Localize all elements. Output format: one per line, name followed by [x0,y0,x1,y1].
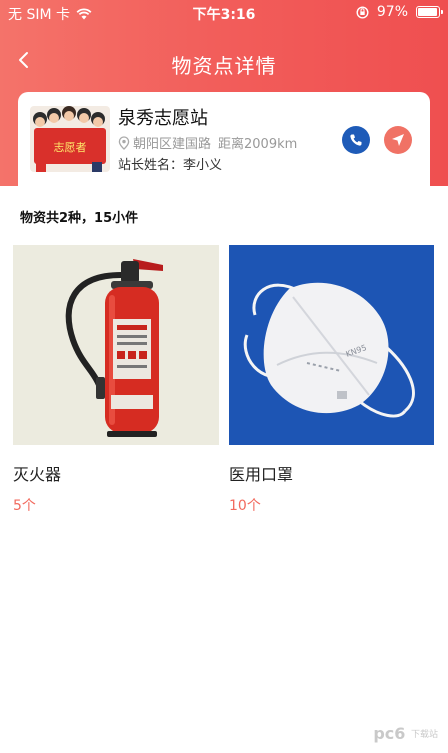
item-quantity: 5个 [13,498,36,514]
station-address: 朝阳区建国路 距离2009km [118,133,297,152]
station-avatar: 志愿者 [30,106,110,172]
supply-item-face-mask[interactable]: KN95 医用口罩 10个 [229,245,434,515]
battery-fill [418,8,438,16]
station-card: 志愿者 泉秀志愿站 朝阳区建国路 距离2009km 站长姓名：李小义 [18,92,430,196]
page-title: 物资点详情 [171,54,277,78]
station-manager: 站长姓名：李小义 [118,158,223,173]
item-name: 灭火器 [13,465,62,484]
watermark-sub: 下载站 [410,730,438,740]
station-name: 泉秀志愿站 [118,108,208,129]
item-name: 医用口罩 [229,465,294,484]
navigation-arrow-icon [392,134,404,146]
battery-percent: 97% [376,4,408,20]
location-pin-icon [118,135,130,150]
fire-extinguisher-image [13,245,219,445]
distance-text: 距离2009km [218,137,298,152]
item-quantity: 10个 [229,498,261,514]
watermark: pc6 下载站 [373,723,438,743]
navigate-button[interactable] [384,126,412,154]
address-text: 朝阳区建国路 [133,137,212,152]
status-right: 97% [356,4,443,20]
call-button[interactable] [342,126,370,154]
nav-bar: 物资点详情 [0,40,448,84]
status-bar: 无 SIM 卡 下午3:16 97% [0,0,448,26]
supply-item-fire-extinguisher[interactable]: 灭火器 5个 [13,245,219,515]
rotation-lock-icon [356,5,369,19]
supplies-summary: 物资共2种，15小件 [20,211,139,226]
phone-icon [350,134,362,146]
face-mask-image: KN95 [229,245,434,445]
banner-text: 志愿者 [54,141,87,154]
watermark-main: pc6 [373,724,406,743]
battery-icon [416,6,443,18]
